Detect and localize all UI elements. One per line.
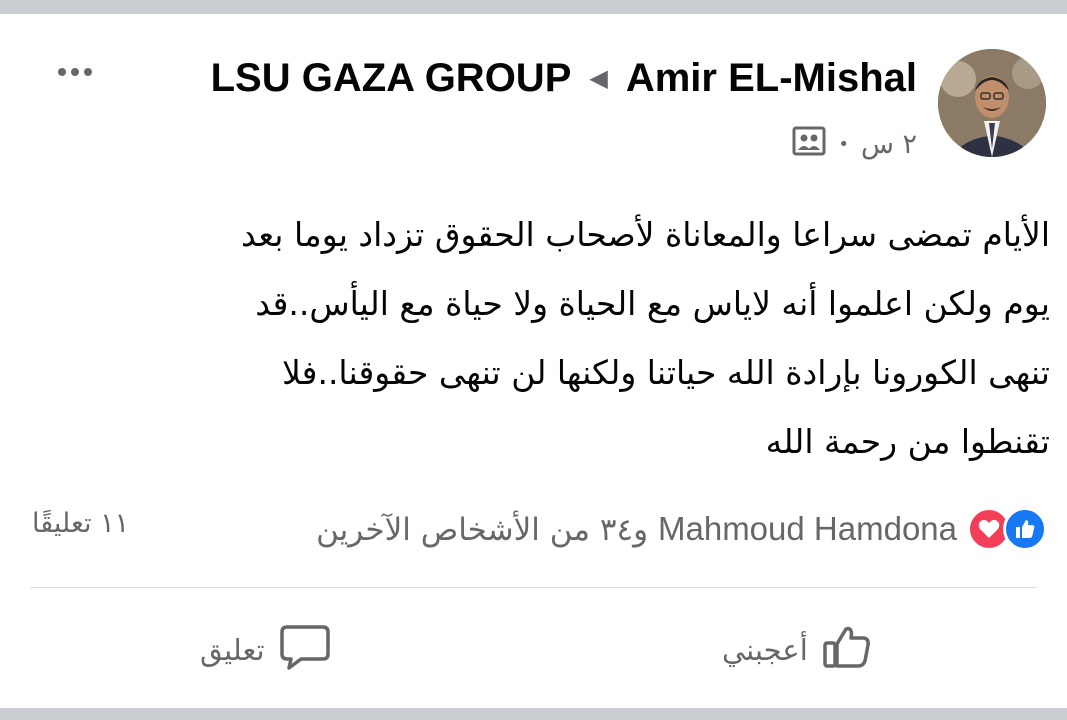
post-timestamp[interactable]: ٢ س <box>861 129 917 160</box>
post-text-line: الأيام تمضى سراعا والمعاناة لأصحاب الحقو… <box>241 215 1050 254</box>
post-text-line: تقنطوا من رحمة الله <box>765 422 1050 461</box>
post-text-line: تنهى الكورونا بإرادة الله حياتنا ولكنها … <box>281 353 1050 392</box>
more-options-icon[interactable] <box>50 58 100 86</box>
comment-button-label: تعليق <box>200 633 265 667</box>
post-meta: • ٢ س <box>792 124 917 164</box>
like-button[interactable]: أعجبني <box>722 620 872 680</box>
thumbs-up-icon <box>822 625 872 676</box>
reactions-others: و٣٤ من الأشخاص الآخرين <box>316 512 649 548</box>
reactions-lead-name: Mahmoud Hamdona <box>658 510 957 547</box>
like-icon <box>1003 507 1047 551</box>
post-header: LSU GAZA GROUP ◀ Amir EL-Mishal <box>211 50 917 106</box>
comment-bubble-icon <box>279 623 331 678</box>
reactions-names: و٣٤ من الأشخاص الآخرين Mahmoud Hamdona <box>316 510 957 548</box>
feed-separator-top <box>0 0 1067 14</box>
group-members-icon <box>792 126 826 163</box>
arrow-left-icon: ◀ <box>589 64 608 92</box>
comment-button[interactable]: تعليق <box>200 620 331 680</box>
post-body: الأيام تمضى سراعا والمعاناة لأصحاب الحقو… <box>60 200 1050 470</box>
feed-separator-bottom <box>0 708 1067 720</box>
reaction-icons <box>967 507 1047 551</box>
reactions-summary[interactable]: و٣٤ من الأشخاص الآخرين Mahmoud Hamdona <box>316 506 1047 552</box>
post-text-line: يوم ولكن اعلموا أنه لاياس مع الحياة ولا … <box>255 284 1050 323</box>
comments-count[interactable]: ١١ تعليقًا <box>32 508 129 548</box>
avatar[interactable] <box>938 49 1046 157</box>
group-name-link[interactable]: LSU GAZA GROUP <box>211 56 572 101</box>
author-name-link[interactable]: Amir EL-Mishal <box>626 56 917 101</box>
meta-dot: • <box>838 133 849 155</box>
like-button-label: أعجبني <box>722 633 808 667</box>
divider <box>30 587 1037 588</box>
